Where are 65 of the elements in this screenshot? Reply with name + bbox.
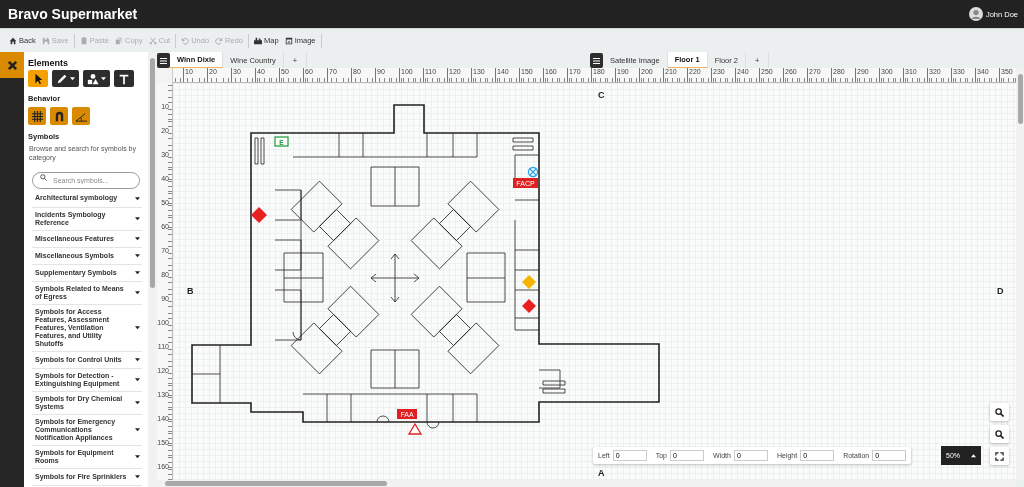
vertical-scrollbar[interactable] <box>1016 68 1024 480</box>
menu-button[interactable] <box>157 53 170 68</box>
avatar-icon[interactable] <box>968 7 983 21</box>
zoom-in-button[interactable] <box>990 403 1009 421</box>
compass-label: D <box>997 286 1004 296</box>
image-icon <box>284 36 293 45</box>
grid-toggle[interactable] <box>28 107 46 125</box>
compass-label: B <box>187 286 194 296</box>
tools-button[interactable] <box>0 52 24 78</box>
cut-icon <box>148 36 157 45</box>
caret-icon <box>135 290 140 295</box>
map-icon <box>254 36 263 45</box>
search-icon <box>40 173 47 181</box>
menu-icon <box>160 57 167 64</box>
caret-icon <box>135 236 140 241</box>
crossed-tools-icon <box>6 59 18 71</box>
paste-icon <box>79 36 88 45</box>
undo-icon <box>181 36 190 45</box>
shapes-tool-button[interactable] <box>83 70 110 87</box>
shapes-icon <box>87 72 99 85</box>
menu-icon <box>593 57 600 64</box>
warning-triangle-icon <box>407 422 423 435</box>
home-icon <box>9 36 17 45</box>
caret-icon <box>135 428 140 433</box>
pen-icon <box>56 72 68 85</box>
magnet-toggle[interactable] <box>50 107 68 125</box>
alarm-diamond-icon <box>522 299 536 313</box>
caret-icon <box>971 453 976 458</box>
zoom-out-button[interactable] <box>990 425 1009 443</box>
compass-label: A <box>598 468 605 478</box>
caret-icon <box>135 253 140 258</box>
angle-toggle[interactable] <box>72 107 90 125</box>
zoom-in-icon <box>995 407 1004 417</box>
grid-icon <box>30 109 44 123</box>
menu-button[interactable] <box>590 53 603 68</box>
caret-icon <box>135 357 140 362</box>
save-icon <box>41 36 50 45</box>
fullscreen-button[interactable] <box>990 447 1009 465</box>
scrollbar[interactable] <box>148 52 157 487</box>
text-icon <box>118 72 130 85</box>
fullscreen-icon <box>995 451 1004 461</box>
crossed-circle-icon <box>527 166 539 178</box>
caret-icon <box>135 475 140 480</box>
text-tool-button[interactable] <box>114 70 134 87</box>
compass-label: C <box>598 90 605 100</box>
warning-diamond-icon <box>522 275 536 289</box>
caret-icon <box>135 377 140 382</box>
caret-icon <box>135 325 140 330</box>
copy-icon <box>115 36 123 45</box>
panel-title: Elements <box>28 58 70 68</box>
hazard-diamond-icon <box>251 207 267 223</box>
caret-icon <box>101 76 106 81</box>
caret-icon <box>135 216 140 221</box>
select-tool-button[interactable] <box>28 70 48 87</box>
caret-icon <box>135 196 140 201</box>
horizontal-scrollbar[interactable] <box>157 480 1016 487</box>
pen-tool-button[interactable] <box>52 70 79 87</box>
zoom-out-icon <box>995 429 1004 439</box>
caret-icon <box>70 76 75 81</box>
select-icon <box>32 72 44 85</box>
app-title: Bravo Supermarket <box>8 6 139 22</box>
caret-icon <box>135 455 140 460</box>
caret-icon <box>135 401 140 406</box>
caret-icon <box>135 270 140 275</box>
redo-icon <box>215 36 224 45</box>
